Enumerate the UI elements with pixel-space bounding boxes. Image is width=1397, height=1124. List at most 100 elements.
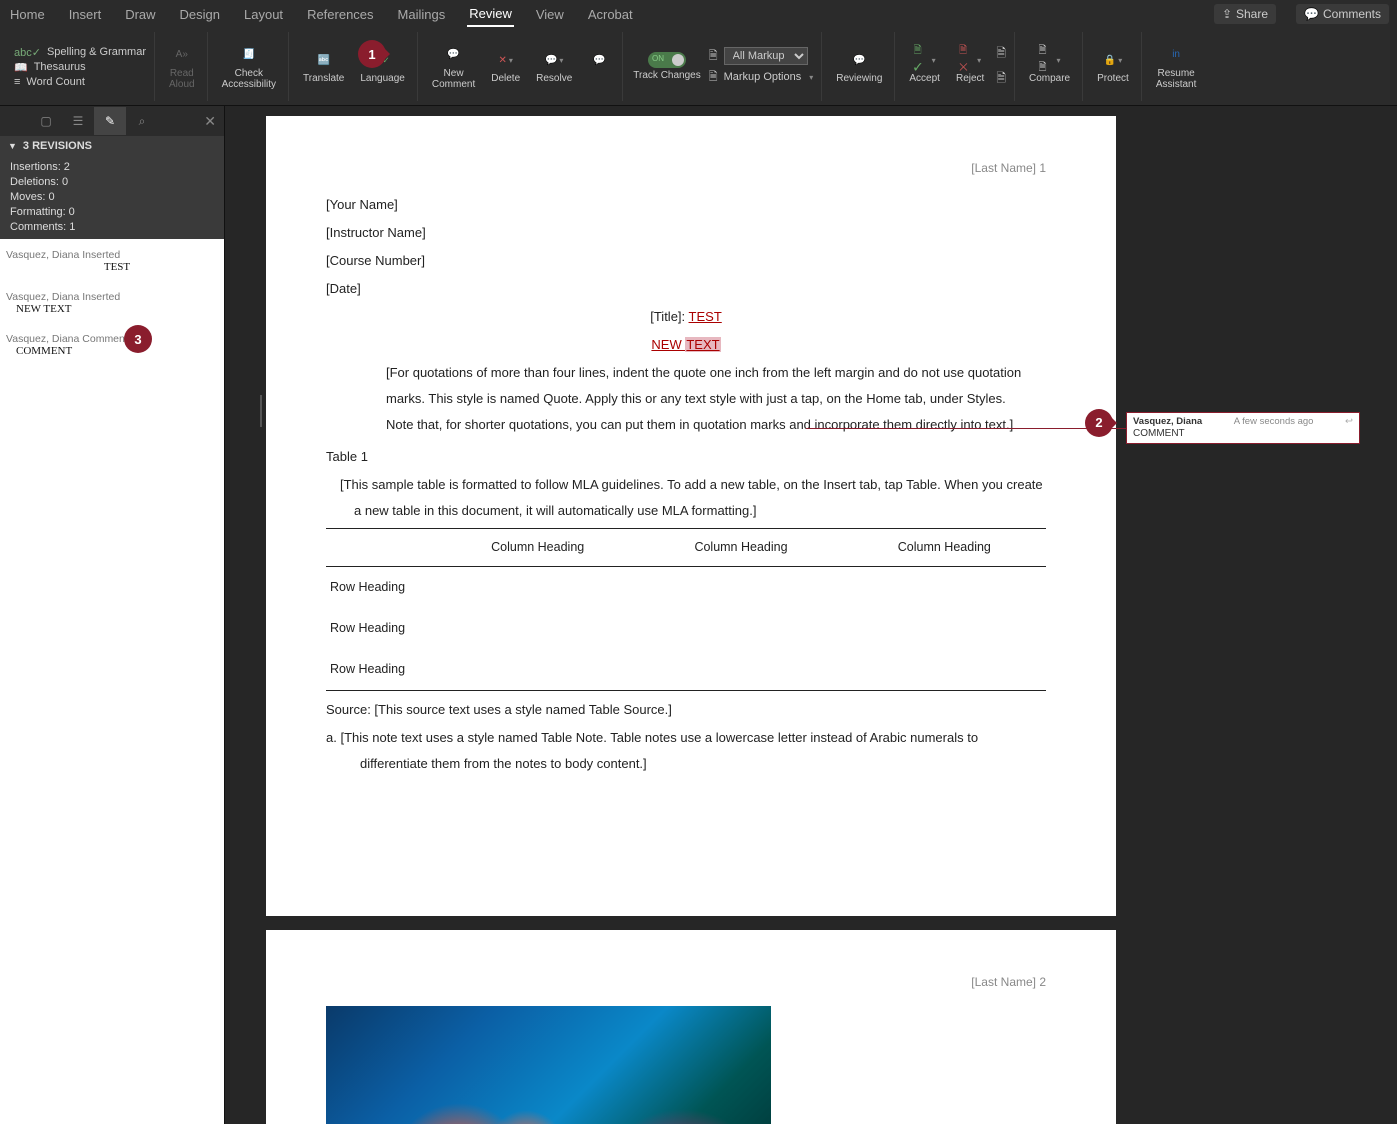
page-2[interactable]: [Last Name] 2: [266, 930, 1116, 1124]
readaloud-label: ReadAloud: [169, 68, 195, 90]
table-source[interactable]: Source: [This source text uses a style n…: [326, 697, 1046, 723]
linkedin-icon: in: [1165, 44, 1187, 66]
tab-acrobat[interactable]: Acrobat: [586, 3, 635, 26]
reject-button[interactable]: 🗎✕▾ Reject: [952, 47, 988, 86]
comment-connector: [806, 428, 1126, 429]
compare-icon: 🗎🗎▾: [1039, 49, 1061, 71]
revision-item[interactable]: Vasquez, Diana Commented COMMENT: [2, 329, 222, 361]
page-icon: 🗎: [709, 47, 718, 66]
table-description[interactable]: [This sample table is formatted to follo…: [340, 472, 1046, 524]
instructor-field[interactable]: [Instructor Name]: [326, 220, 1046, 246]
change-bar: [260, 395, 262, 427]
delete-label: Delete: [491, 73, 520, 84]
reject-label: Reject: [956, 73, 984, 84]
new-comment-button[interactable]: 💬 NewComment: [428, 42, 479, 92]
search-tab[interactable]: ⌕: [126, 107, 158, 135]
word-count-button[interactable]: ≡Word Count: [14, 76, 85, 88]
track-changes-toggle[interactable]: ON: [648, 52, 686, 68]
reply-icon[interactable]: ↩: [1345, 416, 1353, 428]
revisions-stats: Insertions: 2 Deletions: 0 Moves: 0 Form…: [0, 156, 224, 239]
markup-display-select[interactable]: All Markup: [724, 47, 808, 65]
inserted-text-test: TEST: [689, 309, 722, 324]
spelling-label: Spelling & Grammar: [47, 46, 146, 58]
close-sidebar-button[interactable]: ✕: [204, 113, 216, 130]
revisions-tab[interactable]: ✎: [94, 107, 126, 135]
sample-table[interactable]: Column Heading Column Heading Column Hea…: [326, 528, 1046, 691]
translate-label: Translate: [303, 73, 344, 84]
title-line[interactable]: [Title]: TEST: [326, 304, 1046, 330]
revision-item[interactable]: Vasquez, Diana Inserted NEW TEXT: [2, 287, 222, 319]
comment-body: COMMENT: [1133, 428, 1353, 440]
resolve-icon: 💬▾: [543, 49, 565, 71]
accept-icon: 🗎✓▾: [914, 49, 936, 71]
page-1[interactable]: [Last Name] 1 [Your Name] [Instructor Na…: [266, 116, 1116, 916]
translate-button[interactable]: 🔤 Translate: [299, 47, 348, 86]
reviewing-pane-button[interactable]: 💬 Reviewing: [832, 47, 886, 86]
wordcount-label: Word Count: [26, 76, 85, 88]
quote-block[interactable]: [For quotations of more than four lines,…: [326, 360, 1046, 438]
comments-button[interactable]: 💬 Comments: [1296, 4, 1389, 24]
tab-design[interactable]: Design: [178, 3, 222, 26]
course-field[interactable]: [Course Number]: [326, 248, 1046, 274]
markupoptions-label: Markup Options: [724, 71, 802, 83]
callout-2: 2: [1085, 409, 1113, 437]
reviewing-label: Reviewing: [836, 73, 882, 84]
next-comment-button[interactable]: 💬: [584, 47, 614, 86]
delete-comment-button[interactable]: ✕▾ Delete: [487, 47, 524, 86]
speaker-icon: A»: [171, 44, 193, 66]
accept-label: Accept: [909, 73, 940, 84]
stat-comments: Comments: 1: [10, 220, 214, 235]
lock-icon: 🔒▾: [1102, 49, 1124, 71]
tab-view[interactable]: View: [534, 3, 566, 26]
thesaurus-label: Thesaurus: [34, 61, 86, 73]
revisions-header[interactable]: ▼ 3 REVISIONS: [0, 136, 224, 156]
comments-label: Comments: [1323, 7, 1381, 21]
tab-draw[interactable]: Draw: [123, 3, 157, 26]
thumbnails-tab[interactable]: ▢: [30, 107, 62, 135]
share-button[interactable]: ⇪ Share: [1214, 4, 1276, 24]
new-text-line[interactable]: NEW TEXT: [326, 332, 1046, 358]
read-aloud-button[interactable]: A» ReadAloud: [165, 42, 199, 92]
revision-author: Vasquez, Diana Commented: [6, 333, 218, 345]
delete-icon: ✕▾: [495, 49, 517, 71]
markup-display-row: 🗎 All Markup: [709, 47, 808, 66]
tab-review[interactable]: Review: [467, 2, 514, 27]
table-caption[interactable]: Table 1: [326, 444, 1046, 470]
abc-icon: abc✓: [14, 46, 41, 59]
your-name-field[interactable]: [Your Name]: [326, 192, 1046, 218]
check-accessibility-button[interactable]: 🧾 CheckAccessibility: [218, 42, 280, 92]
column-heading: Column Heading: [639, 529, 842, 567]
spelling-grammar-button[interactable]: abc✓ Spelling & Grammar: [14, 46, 146, 59]
comment-balloon[interactable]: 2 Vasquez, Diana A few seconds ago ↩ COM…: [1126, 412, 1360, 444]
coral-reef-image[interactable]: [326, 1006, 771, 1124]
table-note[interactable]: a. [This note text uses a style named Ta…: [326, 725, 1046, 777]
tab-home[interactable]: Home: [8, 3, 47, 26]
tab-mailings[interactable]: Mailings: [396, 3, 448, 26]
resume-assistant-button[interactable]: in ResumeAssistant: [1152, 42, 1201, 92]
thesaurus-button[interactable]: 📖 Thesaurus: [14, 61, 86, 74]
resolve-button[interactable]: 💬▾ Resolve: [532, 47, 576, 86]
outline-tab[interactable]: ☰: [62, 107, 94, 135]
book-icon: 📖: [14, 61, 28, 74]
next-change-button[interactable]: 🗎: [996, 69, 1006, 90]
revision-text: COMMENT: [6, 345, 218, 357]
prev-change-button[interactable]: 🗎: [996, 44, 1006, 65]
comment-author: Vasquez, Diana: [1133, 416, 1202, 428]
stat-formatting: Formatting: 0: [10, 205, 214, 220]
protect-button[interactable]: 🔒▾ Protect: [1093, 47, 1133, 86]
stat-insertions: Insertions: 2: [10, 160, 214, 175]
revision-item[interactable]: Vasquez, Diana Inserted TEST: [2, 245, 222, 277]
markup-options-button[interactable]: 🗎 Markup Options ▾: [709, 68, 814, 87]
tab-references[interactable]: References: [305, 3, 375, 26]
resume-label: ResumeAssistant: [1156, 68, 1197, 90]
document-area[interactable]: [Last Name] 1 [Your Name] [Instructor Na…: [225, 106, 1397, 1124]
next-icon: 💬: [588, 49, 610, 71]
date-field[interactable]: [Date]: [326, 276, 1046, 302]
revision-author: Vasquez, Diana Inserted: [6, 249, 218, 261]
compare-button[interactable]: 🗎🗎▾ Compare: [1025, 47, 1074, 86]
accept-button[interactable]: 🗎✓▾ Accept: [905, 47, 944, 86]
comment-time: A few seconds ago: [1234, 416, 1314, 428]
tab-insert[interactable]: Insert: [67, 3, 104, 26]
tab-layout[interactable]: Layout: [242, 3, 285, 26]
stat-deletions: Deletions: 0: [10, 175, 214, 190]
